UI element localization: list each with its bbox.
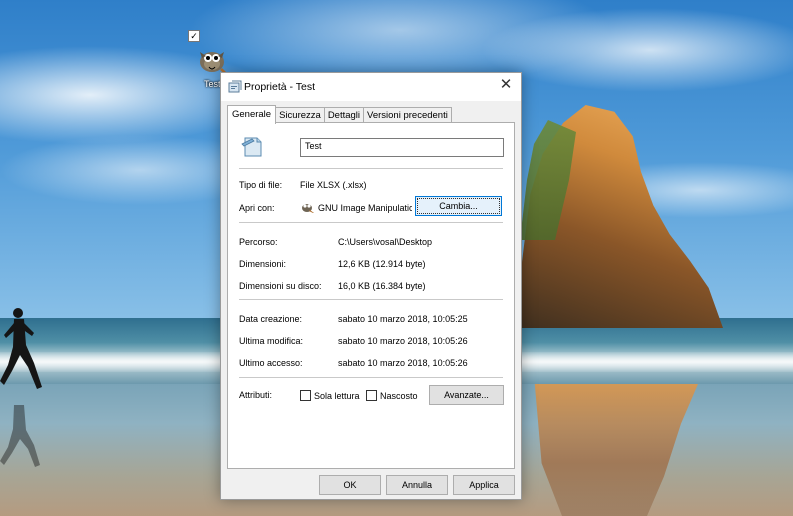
file-type-value: File XLSX (.xlsx) — [300, 180, 367, 190]
location-value: C:\Users\vosal\Desktop — [338, 237, 433, 247]
accessed-label: Ultimo accesso: — [239, 358, 303, 368]
modified-label: Ultima modifica: — [239, 336, 304, 346]
tab-strip: Generale Sicurezza Dettagli Versioni pre… — [227, 105, 452, 124]
accessed-value: sabato 10 marzo 2018, 10:05:26 — [338, 358, 468, 368]
cancel-button-label: Annulla — [401, 480, 433, 490]
size-value: 12,6 KB (12.914 byte) — [338, 259, 426, 269]
cancel-button[interactable]: Annulla — [386, 475, 448, 495]
notepad-file-icon — [241, 137, 262, 157]
properties-dialog: Proprietà - Test ✕ Generale Sicurezza De… — [220, 72, 522, 500]
modified-value: sabato 10 marzo 2018, 10:05:26 — [338, 336, 468, 346]
file-name-input[interactable]: Test — [300, 138, 504, 157]
apply-button[interactable]: Applica — [453, 475, 515, 495]
window-title: Proprietà - Test — [244, 81, 316, 93]
size-on-disk-label: Dimensioni su disco: — [239, 281, 322, 291]
close-button[interactable]: ✕ — [491, 73, 521, 99]
separator — [239, 222, 503, 223]
gimp-small-icon — [302, 204, 314, 213]
title-bar[interactable]: Proprietà - Test ✕ — [221, 73, 521, 101]
runner-reflection — [0, 405, 40, 467]
created-value: sabato 10 marzo 2018, 10:05:25 — [338, 314, 468, 324]
separator — [239, 377, 503, 378]
hidden-label[interactable]: Nascosto — [380, 391, 418, 401]
readonly-label[interactable]: Sola lettura — [314, 391, 360, 401]
desktop-icon-label: Test — [204, 79, 221, 89]
location-label: Percorso: — [239, 237, 278, 247]
apply-button-label: Applica — [469, 480, 499, 490]
readonly-checkbox[interactable] — [300, 390, 311, 401]
size-label: Dimensioni: — [239, 259, 287, 269]
advanced-button[interactable]: Avanzate... — [429, 385, 504, 405]
open-with-app-name: GNU Image Manipulatic — [318, 203, 412, 213]
close-icon: ✕ — [499, 76, 513, 93]
separator — [239, 168, 503, 169]
runner-silhouette — [0, 308, 42, 389]
properties-icon — [228, 80, 242, 93]
attributes-label: Attributi: — [239, 390, 273, 400]
size-on-disk-value: 16,0 KB (16.384 byte) — [338, 281, 426, 291]
file-type-label: Tipo di file: — [239, 180, 283, 190]
hidden-checkbox[interactable] — [366, 390, 377, 401]
change-button[interactable]: Cambia... — [415, 196, 502, 216]
tab-generale[interactable]: Generale — [227, 105, 277, 124]
open-with-label: Apri con: — [239, 203, 275, 213]
created-label: Data creazione: — [239, 314, 303, 324]
change-button-label: Cambia... — [439, 201, 478, 211]
general-tab-panel: Test Tipo di file: File XLSX (.xlsx) Apr… — [227, 122, 515, 469]
ok-button-label: OK — [343, 480, 357, 490]
ok-button[interactable]: OK — [319, 475, 381, 495]
separator — [239, 299, 503, 300]
advanced-button-label: Avanzate... — [444, 390, 489, 400]
